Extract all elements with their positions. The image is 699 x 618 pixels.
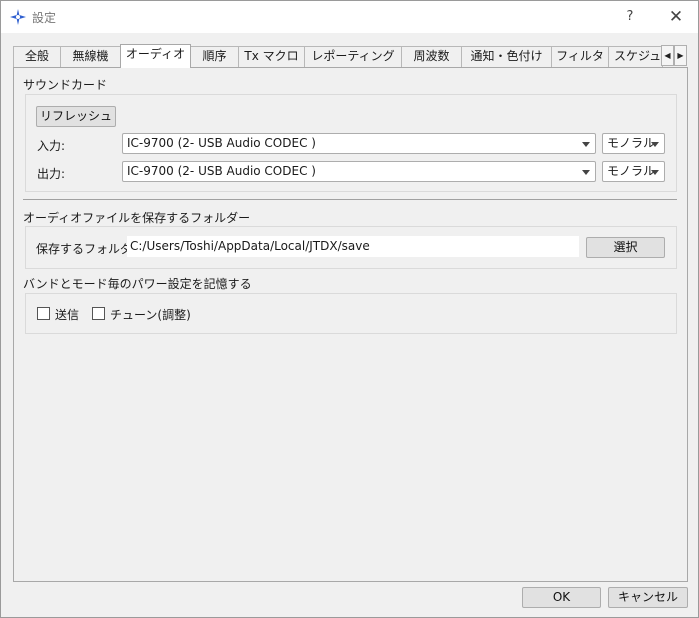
window-title: 設定 <box>32 11 57 25</box>
tab-audio[interactable]: オーディオ <box>120 44 191 68</box>
select-folder-button[interactable]: 選択 <box>586 237 665 258</box>
save-folder-group: 保存するフォルダー: C:/Users/Toshi/AppData/Local/… <box>25 226 677 269</box>
chevron-down-icon <box>582 170 590 175</box>
save-folder-section-title: オーディオファイルを保存するフォルダー <box>23 211 251 225</box>
chevron-down-icon <box>582 142 590 147</box>
tab-bar: 全般 無線機 オーディオ 順序 Tx マクロ レポーティング 周波数 通知・色付… <box>13 44 688 68</box>
soundcard-section-title: サウンドカード <box>23 78 108 92</box>
help-button[interactable]: ? <box>618 5 642 29</box>
tab-scheduler[interactable]: スケジューラ <box>608 46 663 67</box>
soundcard-group: リフレッシュ 入力: IC-9700 (2- USB Audio CODEC )… <box>25 94 677 192</box>
ok-button[interactable]: OK <box>522 587 601 608</box>
power-section-title: バンドとモード毎のパワー設定を記憶する <box>23 277 252 291</box>
output-device-select[interactable]: IC-9700 (2- USB Audio CODEC ) <box>122 161 596 182</box>
tab-sequence[interactable]: 順序 <box>190 46 239 67</box>
power-group: 送信 チューン(調整) <box>25 293 677 334</box>
tab-radio[interactable]: 無線機 <box>60 46 121 67</box>
tab-filters[interactable]: フィルタ <box>551 46 609 67</box>
settings-dialog: 設定 ? ✕ 全般 無線機 オーディオ 順序 Tx マクロ レポーティング 周波… <box>0 0 699 618</box>
tab-general[interactable]: 全般 <box>13 46 61 67</box>
tab-notifications[interactable]: 通知・色付け <box>461 46 552 67</box>
tx-power-checkbox[interactable] <box>37 307 50 320</box>
tab-frequencies[interactable]: 周波数 <box>401 46 462 67</box>
tab-reporting[interactable]: レポーティング <box>304 46 402 67</box>
section-divider <box>23 199 677 200</box>
tab-tx-macros[interactable]: Tx マクロ <box>238 46 305 67</box>
title-bar: 設定 ? ✕ <box>1 1 698 33</box>
cancel-button[interactable]: キャンセル <box>608 587 688 608</box>
save-folder-path: C:/Users/Toshi/AppData/Local/JTDX/save <box>127 236 579 257</box>
input-device-value: IC-9700 (2- USB Audio CODEC ) <box>127 136 316 150</box>
tab-scroll-left-icon[interactable]: ◀ <box>661 45 674 66</box>
input-device-select[interactable]: IC-9700 (2- USB Audio CODEC ) <box>122 133 596 154</box>
tune-power-label: チューン(調整) <box>110 308 191 322</box>
chevron-down-icon <box>651 170 659 175</box>
chevron-down-icon <box>651 142 659 147</box>
refresh-button[interactable]: リフレッシュ <box>36 106 116 127</box>
output-channel-select[interactable]: モノラル <box>602 161 665 182</box>
audio-tab-panel: サウンドカード リフレッシュ 入力: IC-9700 (2- USB Audio… <box>13 67 688 582</box>
output-channel-value: モノラル <box>607 164 656 178</box>
output-device-value: IC-9700 (2- USB Audio CODEC ) <box>127 164 316 178</box>
output-label: 出力: <box>37 167 66 181</box>
tab-scroll-right-icon[interactable]: ▶ <box>674 45 687 66</box>
input-channel-select[interactable]: モノラル <box>602 133 665 154</box>
tune-power-checkbox[interactable] <box>92 307 105 320</box>
app-logo-icon <box>10 9 26 25</box>
tx-power-label: 送信 <box>55 308 80 322</box>
close-button[interactable]: ✕ <box>664 5 688 29</box>
input-channel-value: モノラル <box>607 136 656 150</box>
input-label: 入力: <box>37 139 66 153</box>
